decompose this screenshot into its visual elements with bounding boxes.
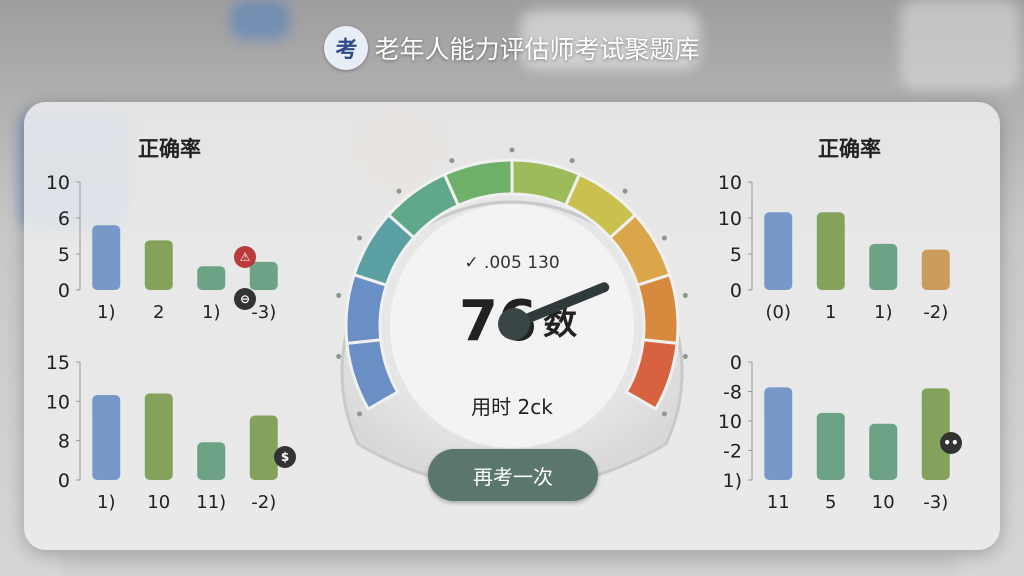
y-tick-label: 10: [718, 411, 742, 433]
y-tick-label: 0: [58, 470, 70, 492]
y-tick-label: 6: [58, 208, 70, 230]
gauge-segment: [442, 158, 514, 208]
warning-icon: ⚠: [234, 246, 256, 268]
x-tick-label: 1): [97, 302, 115, 323]
x-tick-label: 1): [202, 302, 220, 323]
gauge-tick-dot: [661, 235, 667, 241]
y-tick-label: 10: [46, 391, 70, 413]
x-tick-label: 10: [872, 492, 895, 513]
bar: [92, 395, 121, 480]
y-tick-label: 1): [722, 470, 742, 492]
dollar-icon: $: [274, 446, 296, 468]
gauge-time-text: 用时 2ck: [471, 395, 553, 419]
app-logo-icon: 考: [324, 26, 369, 70]
needle-hub: [498, 308, 530, 340]
y-tick-label: -8: [723, 382, 742, 404]
bar: [869, 423, 898, 480]
app-title: 老年人能力评估师考试聚题库: [374, 35, 700, 64]
bar: [249, 415, 278, 480]
y-tick-label: -2: [723, 441, 742, 463]
x-tick-label: -3): [923, 492, 948, 513]
gauge-tick-dot: [622, 188, 628, 194]
bar: [92, 225, 121, 290]
left-accuracy-heading: 正确率: [138, 137, 201, 161]
bar: [197, 266, 226, 290]
bar: [921, 249, 950, 290]
y-tick-label: 8: [58, 431, 70, 453]
bar: [816, 212, 845, 290]
x-tick-label: -2): [923, 302, 948, 323]
x-tick-label: 11: [767, 492, 790, 513]
x-tick-label: 10: [147, 492, 170, 513]
chart-top-right: 10 10 5 0 (0) 1 1) -2): [718, 172, 950, 323]
gauge-tick-dot: [357, 235, 363, 241]
bar: [197, 442, 226, 480]
gauge-tick-dot: [449, 158, 455, 164]
gauge-tick-dot: [682, 354, 688, 360]
gauge-tick-dot: [396, 188, 402, 194]
x-tick-label: 1): [874, 302, 892, 323]
y-tick-label: 0: [730, 280, 742, 302]
chart-bottom-left: 15 10 8 0 1) 10 11) -2): [46, 352, 278, 513]
bar: [144, 393, 173, 480]
y-tick-label: 10: [46, 172, 70, 194]
x-tick-label: 1: [825, 302, 836, 323]
bar: [144, 240, 173, 290]
y-tick-label: 15: [46, 352, 70, 374]
retry-exam-button[interactable]: 再考一次: [428, 449, 598, 501]
bar: [764, 387, 793, 480]
y-tick-label: 5: [58, 244, 70, 266]
x-tick-label: 2: [153, 302, 164, 323]
x-tick-label: 5: [825, 492, 836, 513]
x-tick-label: -3): [251, 302, 276, 323]
gauge-tick-dot: [509, 147, 515, 153]
bg-strip: [60, 552, 960, 576]
y-tick-label: 5: [730, 244, 742, 266]
x-tick-label: -2): [251, 492, 276, 513]
info-icon: ⊖: [234, 288, 256, 310]
y-tick-label: 10: [718, 172, 742, 194]
gauge-tick-dot: [357, 411, 363, 417]
chart-bottom-right: 0 -8 10 -2 1) 11 5 10 -3): [718, 352, 950, 513]
right-accuracy-heading: 正确率: [818, 137, 881, 161]
gauge-tick-dot: [682, 292, 688, 298]
gauge-tick-dot: [336, 354, 342, 360]
bar: [816, 412, 845, 480]
y-tick-label: 0: [730, 352, 742, 374]
gauge-segment: [635, 272, 680, 346]
x-tick-label: (0): [766, 302, 792, 323]
gauge-segment: [344, 272, 389, 346]
gauge-tick-dot: [336, 292, 342, 298]
gauge-tick-dot: [661, 411, 667, 417]
gauge-tick-dot: [569, 158, 575, 164]
app-header: 考 老年人能力评估师考试聚题库: [0, 24, 1024, 72]
y-tick-label: 10: [718, 208, 742, 230]
gauge-check-text: ✓ .005 130: [464, 253, 559, 273]
bar: [764, 212, 793, 290]
chart-top-left: 10 6 5 0 1) 2 1) -3): [46, 172, 278, 323]
bar: [869, 243, 898, 290]
face-icon: ••: [940, 432, 962, 454]
y-tick-label: 0: [58, 280, 70, 302]
x-tick-label: 11): [196, 492, 226, 513]
x-tick-label: 1): [97, 492, 115, 513]
bar: [249, 261, 278, 290]
